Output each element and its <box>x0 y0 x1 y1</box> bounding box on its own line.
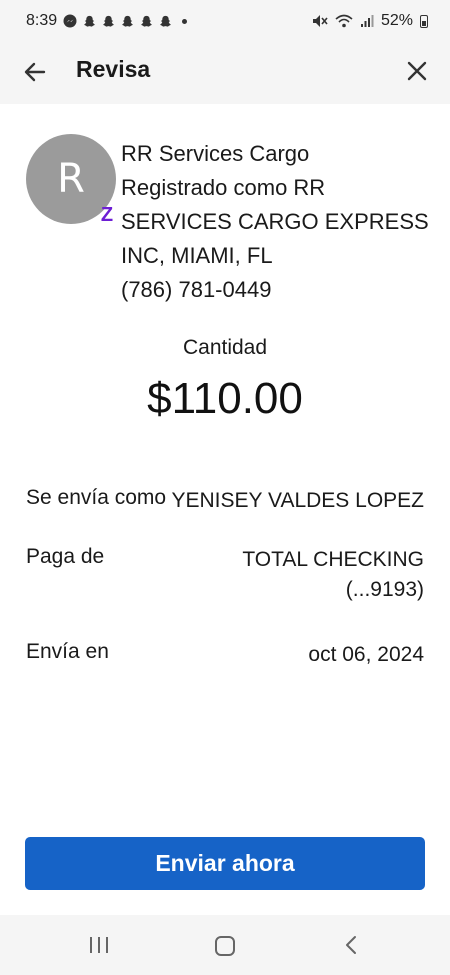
send-on-value: oct 06, 2024 <box>308 643 424 666</box>
battery-percent: 52% <box>380 12 413 29</box>
wifi-icon <box>335 14 353 28</box>
pay-from-value: TOTAL CHECKING (...9193) <box>242 545 424 605</box>
recipient-registered-line-3: INC, MIAMI, FL <box>121 243 273 268</box>
nav-back-icon[interactable] <box>342 935 362 955</box>
status-right: 52% <box>312 12 428 30</box>
recipient-phone: (786) 781-0449 <box>121 277 272 302</box>
snapchat-icon <box>103 15 115 27</box>
sent-as-label: Se envía como <box>26 486 167 509</box>
mute-icon <box>312 15 328 27</box>
status-left: 8:39 <box>26 12 188 30</box>
status-time: 8:39 <box>26 12 58 29</box>
page-title: Revisa <box>76 56 151 82</box>
back-arrow-icon[interactable] <box>22 58 50 86</box>
pay-from-label: Paga de <box>26 545 105 568</box>
recipient-info: RR Services Cargo Registrado como RR SER… <box>121 137 431 307</box>
send-now-button[interactable]: Enviar ahora <box>25 837 425 890</box>
system-nav-bar <box>0 915 450 975</box>
sent-as-value: YENISEY VALDES LOPEZ <box>171 489 425 512</box>
messenger-icon <box>63 14 77 28</box>
avatar-initial: R <box>57 156 85 202</box>
amount-value: $110.00 <box>147 374 303 423</box>
recent-apps-icon[interactable] <box>88 935 110 955</box>
recipient-registered-line-2: SERVICES CARGO EXPRESS <box>121 209 429 234</box>
zelle-badge-label: Z <box>100 204 114 226</box>
header: Revisa <box>0 42 450 104</box>
status-bar: 8:39 52% <box>0 0 450 42</box>
home-icon[interactable] <box>215 936 235 956</box>
recipient-registered-line-1: Registrado como RR <box>121 175 326 200</box>
signal-icon <box>360 15 374 27</box>
close-icon[interactable] <box>404 58 430 84</box>
recipient-name: RR Services Cargo <box>121 141 310 166</box>
battery-icon <box>420 14 428 28</box>
pay-from-account-number: (...9193) <box>345 578 424 601</box>
notification-dot-icon <box>182 18 188 24</box>
send-on-label: Envía en <box>26 640 109 663</box>
snapchat-icon <box>84 15 96 27</box>
send-now-label: Enviar ahora <box>155 850 295 876</box>
amount-label: Cantidad <box>182 336 268 359</box>
snapchat-icon <box>122 15 134 27</box>
zelle-badge-icon: Z <box>98 204 116 226</box>
snapchat-icon <box>141 15 153 27</box>
snapchat-icon <box>160 15 172 27</box>
pay-from-account: TOTAL CHECKING <box>242 548 424 571</box>
